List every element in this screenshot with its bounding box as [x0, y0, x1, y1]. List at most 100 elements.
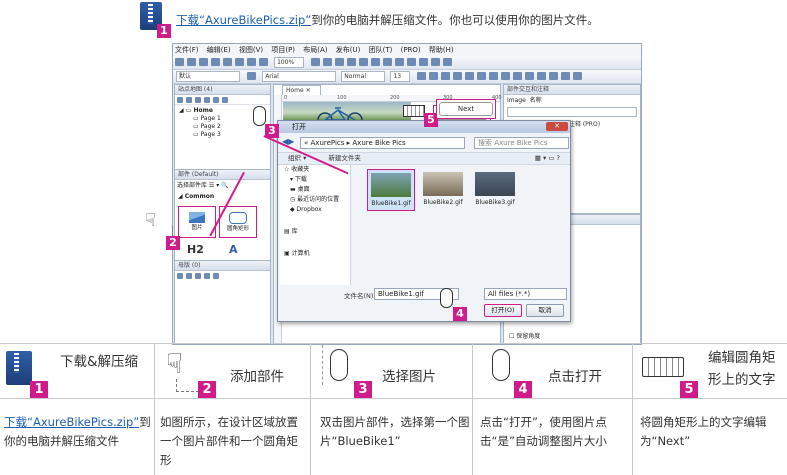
step-desc: 将圆角矩形上的文字编辑为“Next”	[640, 415, 767, 448]
download-link[interactable]: 下载“AxureBikePics.zip”	[176, 13, 311, 27]
connector-icon[interactable]	[323, 58, 333, 66]
size-icon[interactable]	[573, 72, 583, 80]
master-folder-icon[interactable]	[186, 273, 192, 279]
cut-icon[interactable]	[211, 58, 220, 66]
font-weight-select[interactable]: Normal	[341, 71, 386, 82]
move-up-icon[interactable]	[195, 97, 201, 103]
bold-icon[interactable]	[417, 72, 427, 80]
italic-icon[interactable]	[429, 72, 439, 80]
widget-rounded-rect[interactable]: 圆角矩形	[219, 206, 257, 238]
dialog-close-button[interactable]: ✕	[546, 122, 568, 131]
master-up-icon[interactable]	[195, 273, 201, 279]
save-icon[interactable]	[199, 58, 208, 66]
path-segment[interactable]: AxurePics	[311, 139, 345, 147]
group-icon[interactable]	[371, 58, 381, 66]
menu-layout[interactable]: 布局(A)	[301, 44, 327, 56]
widget-group-common[interactable]: ◢ Common	[178, 193, 270, 201]
nav-desktop[interactable]: ▬ 桌面	[290, 185, 350, 195]
menu-team[interactable]: 团队(T)	[367, 44, 393, 56]
menu-project[interactable]: 项目(P)	[269, 44, 295, 56]
master-delete-icon[interactable]	[213, 273, 219, 279]
publish-icon[interactable]	[443, 58, 453, 66]
download-link[interactable]: 下载“AxureBikePics.zip”	[4, 415, 139, 429]
arrange-icon[interactable]	[359, 58, 369, 66]
share-icon[interactable]	[431, 58, 441, 66]
underline-icon[interactable]	[441, 72, 451, 80]
copy-icon[interactable]	[223, 58, 232, 66]
align-center-icon[interactable]	[465, 72, 475, 80]
menu-help[interactable]: 帮助(H)	[427, 44, 454, 56]
preview-icon[interactable]	[419, 58, 429, 66]
undo-icon[interactable]	[247, 58, 256, 66]
view-options-icon[interactable]: ▦ ▾ ▭ ?	[535, 153, 560, 164]
menu-edit[interactable]: 编辑(E)	[205, 44, 231, 56]
align-icon[interactable]	[383, 58, 393, 66]
organize-button[interactable]: 组织 ▾	[288, 154, 306, 162]
mouse-click-icon	[492, 349, 510, 381]
nav-computer[interactable]: ▣ 计算机	[284, 249, 350, 259]
add-master-icon[interactable]	[177, 273, 183, 279]
menu-file[interactable]: 文件(F)	[173, 44, 199, 56]
menu-publish[interactable]: 发布(U)	[334, 44, 361, 56]
file-type-select[interactable]: All files (*.*)	[484, 288, 567, 300]
widgets-pane: 部件 (Default) 选择部件库 ☰ ▾ 🔍 ◢ Common 图片 圆角矩…	[174, 169, 271, 261]
widget-h2[interactable]: H2	[187, 243, 204, 256]
widget-library-filter[interactable]: 选择部件库 ☰ ▾ 🔍	[177, 182, 270, 190]
paste-icon[interactable]	[235, 58, 244, 66]
font-family-select[interactable]: Arial	[262, 71, 337, 82]
arrow-style-icon[interactable]	[549, 72, 559, 80]
align-right-icon[interactable]	[477, 72, 487, 80]
file-thumb-bluebike1[interactable]: BlueBike1.gif	[367, 169, 415, 211]
nav-recent[interactable]: ◷ 最近访问的位置	[290, 195, 350, 205]
file-thumb-bluebike3[interactable]: BlueBike3.gif	[472, 169, 518, 209]
pen-icon[interactable]	[335, 58, 345, 66]
style-select[interactable]: 默认	[176, 71, 240, 82]
search-icon[interactable]	[222, 97, 228, 103]
step-desc: 双击图片部件，选择第一个图片“BlueBike1”	[320, 415, 470, 448]
text-color-icon[interactable]	[513, 72, 523, 80]
fill-color-icon[interactable]	[489, 72, 499, 80]
master-down-icon[interactable]	[204, 273, 210, 279]
open-icon[interactable]	[187, 58, 196, 66]
nav-dropbox[interactable]: ◆ Dropbox	[290, 205, 350, 215]
move-down-icon[interactable]	[204, 97, 210, 103]
address-bar[interactable]: « AxurePics ▸ Axure Bike Pics	[300, 137, 465, 149]
position-icon[interactable]	[561, 72, 571, 80]
redo-icon[interactable]	[259, 58, 268, 66]
cancel-button[interactable]: 取消	[526, 304, 564, 317]
line-width-icon[interactable]	[525, 72, 535, 80]
new-icon[interactable]	[175, 58, 184, 66]
line-color-icon[interactable]	[501, 72, 511, 80]
distribute-icon[interactable]	[395, 58, 405, 66]
add-folder-icon[interactable]	[186, 97, 192, 103]
new-folder-button[interactable]: 新建文件夹	[328, 154, 361, 162]
preserve-angle-row[interactable]: ☐ 保留角度	[509, 331, 540, 340]
delete-page-icon[interactable]	[213, 97, 219, 103]
style-edit-icon[interactable]	[247, 72, 257, 80]
lock-icon[interactable]	[407, 58, 417, 66]
nav-downloads[interactable]: ▾ 下载	[290, 175, 350, 185]
line-style-icon[interactable]	[537, 72, 547, 80]
dialog-command-bar: 组织 ▾ 新建文件夹 ▦ ▾ ▭ ?	[278, 152, 570, 165]
dialog-search-input[interactable]: 搜索 Axure Bike Pics	[474, 137, 569, 149]
font-size-select[interactable]: 13	[390, 71, 411, 82]
menu-view[interactable]: 视图(V)	[237, 44, 263, 56]
tab-notes[interactable]: 注释 (PRO)	[566, 121, 603, 128]
widget-name-input[interactable]	[507, 107, 637, 117]
add-page-icon[interactable]	[177, 97, 183, 103]
align-left-icon[interactable]	[453, 72, 463, 80]
menu-pro[interactable]: (PRO)	[399, 44, 421, 56]
step-badge: 1	[30, 381, 48, 399]
nav-library[interactable]: ▤ 库	[284, 227, 350, 237]
open-button[interactable]: 打开(O)	[484, 304, 522, 317]
canvas-tab[interactable]: Home ✕	[282, 85, 321, 95]
drag-dashed-icon	[176, 379, 199, 392]
sitemap-item-page3[interactable]: ▭ Page 3	[193, 131, 270, 139]
path-segment[interactable]: Axure Bike Pics	[352, 139, 405, 147]
zoom-select[interactable]: 100%	[274, 57, 305, 68]
format-painter-icon[interactable]	[347, 58, 357, 66]
widget-label-a[interactable]: A	[229, 243, 238, 256]
file-thumb-bluebike2[interactable]: BlueBike2.gif	[420, 169, 466, 209]
select-icon[interactable]	[311, 58, 321, 66]
step-desc: 下载“AxureBikePics.zip”到你的电脑并解压缩文件	[4, 413, 154, 451]
